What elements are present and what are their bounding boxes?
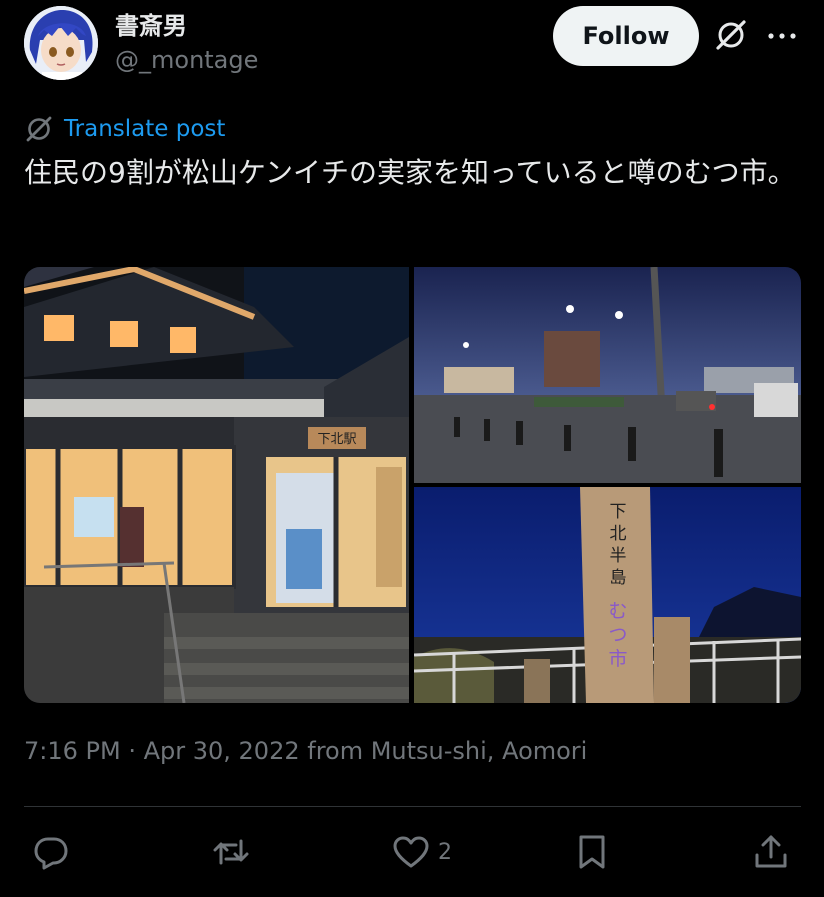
svg-text:下北駅: 下北駅 bbox=[317, 432, 356, 447]
svg-text:半: 半 bbox=[610, 546, 627, 566]
share-button[interactable] bbox=[752, 832, 790, 872]
tweet-text: 住民の9割が松山ケンイチの実家を知っていると噂のむつ市。 bbox=[24, 156, 796, 189]
tweet: 書斎男 @_montage Follow Translate post 住民の9… bbox=[0, 0, 824, 897]
like-button[interactable]: 2 bbox=[392, 832, 452, 872]
like-count: 2 bbox=[438, 839, 452, 865]
tweet-timestamp-location[interactable]: 7:16 PM · Apr 30, 2022 from Mutsu-shi, A… bbox=[24, 737, 587, 765]
photo-night-parking-lot[interactable] bbox=[414, 267, 801, 483]
author-handle[interactable]: @_montage bbox=[115, 46, 258, 74]
follow-button[interactable]: Follow bbox=[553, 6, 699, 66]
svg-text:む: む bbox=[608, 600, 627, 622]
translate-post-label: Translate post bbox=[64, 116, 226, 142]
svg-text:市: 市 bbox=[608, 648, 627, 670]
reply-button[interactable] bbox=[32, 832, 70, 872]
photo-mutsu-signpost[interactable]: 下 北 半 島 む つ 市 bbox=[414, 487, 801, 703]
grok-translate-icon bbox=[26, 116, 52, 142]
svg-text:下: 下 bbox=[610, 502, 627, 522]
heart-icon bbox=[393, 836, 429, 868]
reply-icon bbox=[34, 837, 68, 870]
grok-icon[interactable] bbox=[714, 18, 748, 52]
svg-text:北: 北 bbox=[610, 524, 627, 544]
svg-text:島: 島 bbox=[610, 568, 627, 588]
svg-text:つ: つ bbox=[608, 624, 627, 646]
anime-avatar-icon bbox=[24, 6, 98, 80]
bookmark-button[interactable] bbox=[573, 832, 611, 872]
media-grid: 下北駅 下 北 半 島 む つ 市 bbox=[24, 267, 801, 703]
retweet-icon bbox=[213, 839, 249, 865]
translate-post-link[interactable]: Translate post bbox=[24, 114, 225, 144]
divider bbox=[24, 806, 801, 807]
author-display-name[interactable]: 書斎男 bbox=[115, 6, 187, 41]
share-icon bbox=[755, 835, 787, 868]
more-options-icon[interactable] bbox=[766, 22, 798, 50]
bookmark-icon bbox=[579, 835, 605, 869]
photo-station-building[interactable]: 下北駅 bbox=[24, 267, 409, 703]
retweet-button[interactable] bbox=[212, 832, 250, 872]
author-avatar[interactable] bbox=[24, 6, 98, 80]
